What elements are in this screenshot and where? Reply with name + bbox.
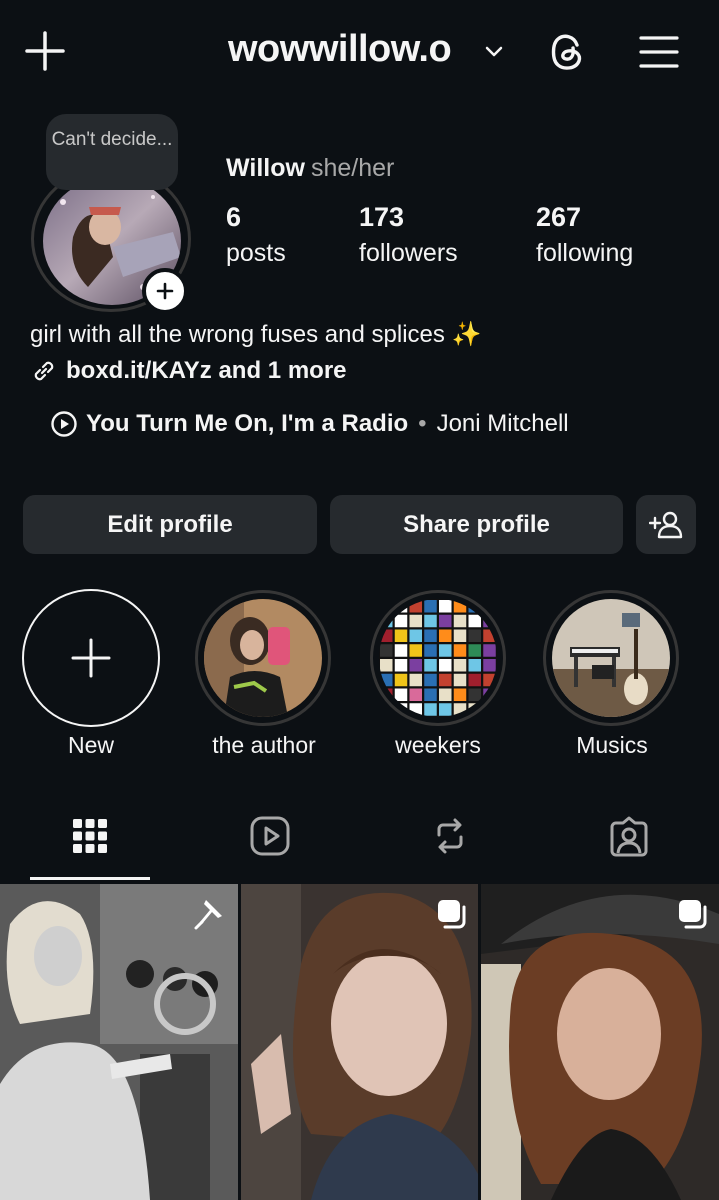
song-separator: • <box>418 410 427 437</box>
grid-icon[interactable] <box>67 813 113 859</box>
highlight-the-author[interactable] <box>195 590 331 726</box>
username-title[interactable]: wowwillow.o <box>228 28 452 71</box>
stat-value: 173 <box>359 202 405 232</box>
profile-song[interactable]: You Turn Me On, I'm a Radio • Joni Mitch… <box>50 410 569 438</box>
highlight-cover <box>552 599 670 717</box>
add-person-icon <box>649 511 683 538</box>
stat-label: posts <box>226 239 286 267</box>
pronouns: she/her <box>310 154 395 182</box>
stat-followers[interactable]: 173 followers <box>359 202 458 268</box>
chevron-down-icon[interactable] <box>483 40 505 62</box>
note-bubble[interactable]: Can't decide... <box>46 114 178 190</box>
bio-text: girl with all the wrong fuses and splice… <box>30 321 482 348</box>
stat-value: 6 <box>226 202 242 232</box>
highlight-label: the author <box>212 732 316 758</box>
post-tile[interactable] <box>0 884 238 1200</box>
share-profile-button[interactable]: Share profile <box>330 495 623 554</box>
highlight-label: weekers <box>395 732 481 758</box>
menu-icon[interactable] <box>638 34 680 70</box>
stat-label: following <box>536 239 634 267</box>
pin-icon <box>194 900 222 930</box>
post-tile[interactable] <box>481 884 719 1200</box>
stat-following[interactable]: 267 following <box>536 202 633 268</box>
stat-posts[interactable]: 6 posts <box>226 202 286 268</box>
plus-icon <box>71 638 111 678</box>
song-artist: Joni Mitchell <box>436 410 569 437</box>
reposts-icon[interactable] <box>427 813 473 859</box>
new-highlight-button[interactable] <box>22 589 160 727</box>
stat-value: 267 <box>536 202 582 232</box>
highlight-label: New <box>67 732 114 758</box>
plus-icon[interactable] <box>24 30 66 72</box>
play-icon <box>51 411 77 437</box>
highlight-weekers[interactable] <box>370 590 506 726</box>
edit-profile-button[interactable]: Edit profile <box>23 495 317 554</box>
active-tab-indicator <box>30 877 150 880</box>
highlight-cover <box>379 599 497 717</box>
link-icon <box>34 361 54 381</box>
song-title: You Turn Me On, I'm a Radio <box>86 410 409 437</box>
plus-icon <box>156 282 174 300</box>
discover-people-button[interactable] <box>636 495 696 554</box>
carousel-icon <box>438 900 466 929</box>
highlight-label: Musics <box>576 732 648 758</box>
threads-icon[interactable] <box>546 30 590 74</box>
highlight-cover <box>204 599 322 717</box>
reels-icon[interactable] <box>247 813 293 859</box>
bio-link[interactable]: boxd.it/KAYz and 1 more <box>30 357 347 385</box>
highlight-musics[interactable] <box>543 590 679 726</box>
post-tile[interactable] <box>241 884 478 1200</box>
add-story-button[interactable] <box>142 268 188 314</box>
tagged-icon[interactable] <box>606 813 652 859</box>
stat-label: followers <box>359 239 458 267</box>
display-name: Willow <box>226 154 305 182</box>
display-name-row: Willow she/her <box>226 154 394 183</box>
bio-link-text: boxd.it/KAYz and 1 more <box>66 357 347 384</box>
carousel-icon <box>679 900 707 929</box>
